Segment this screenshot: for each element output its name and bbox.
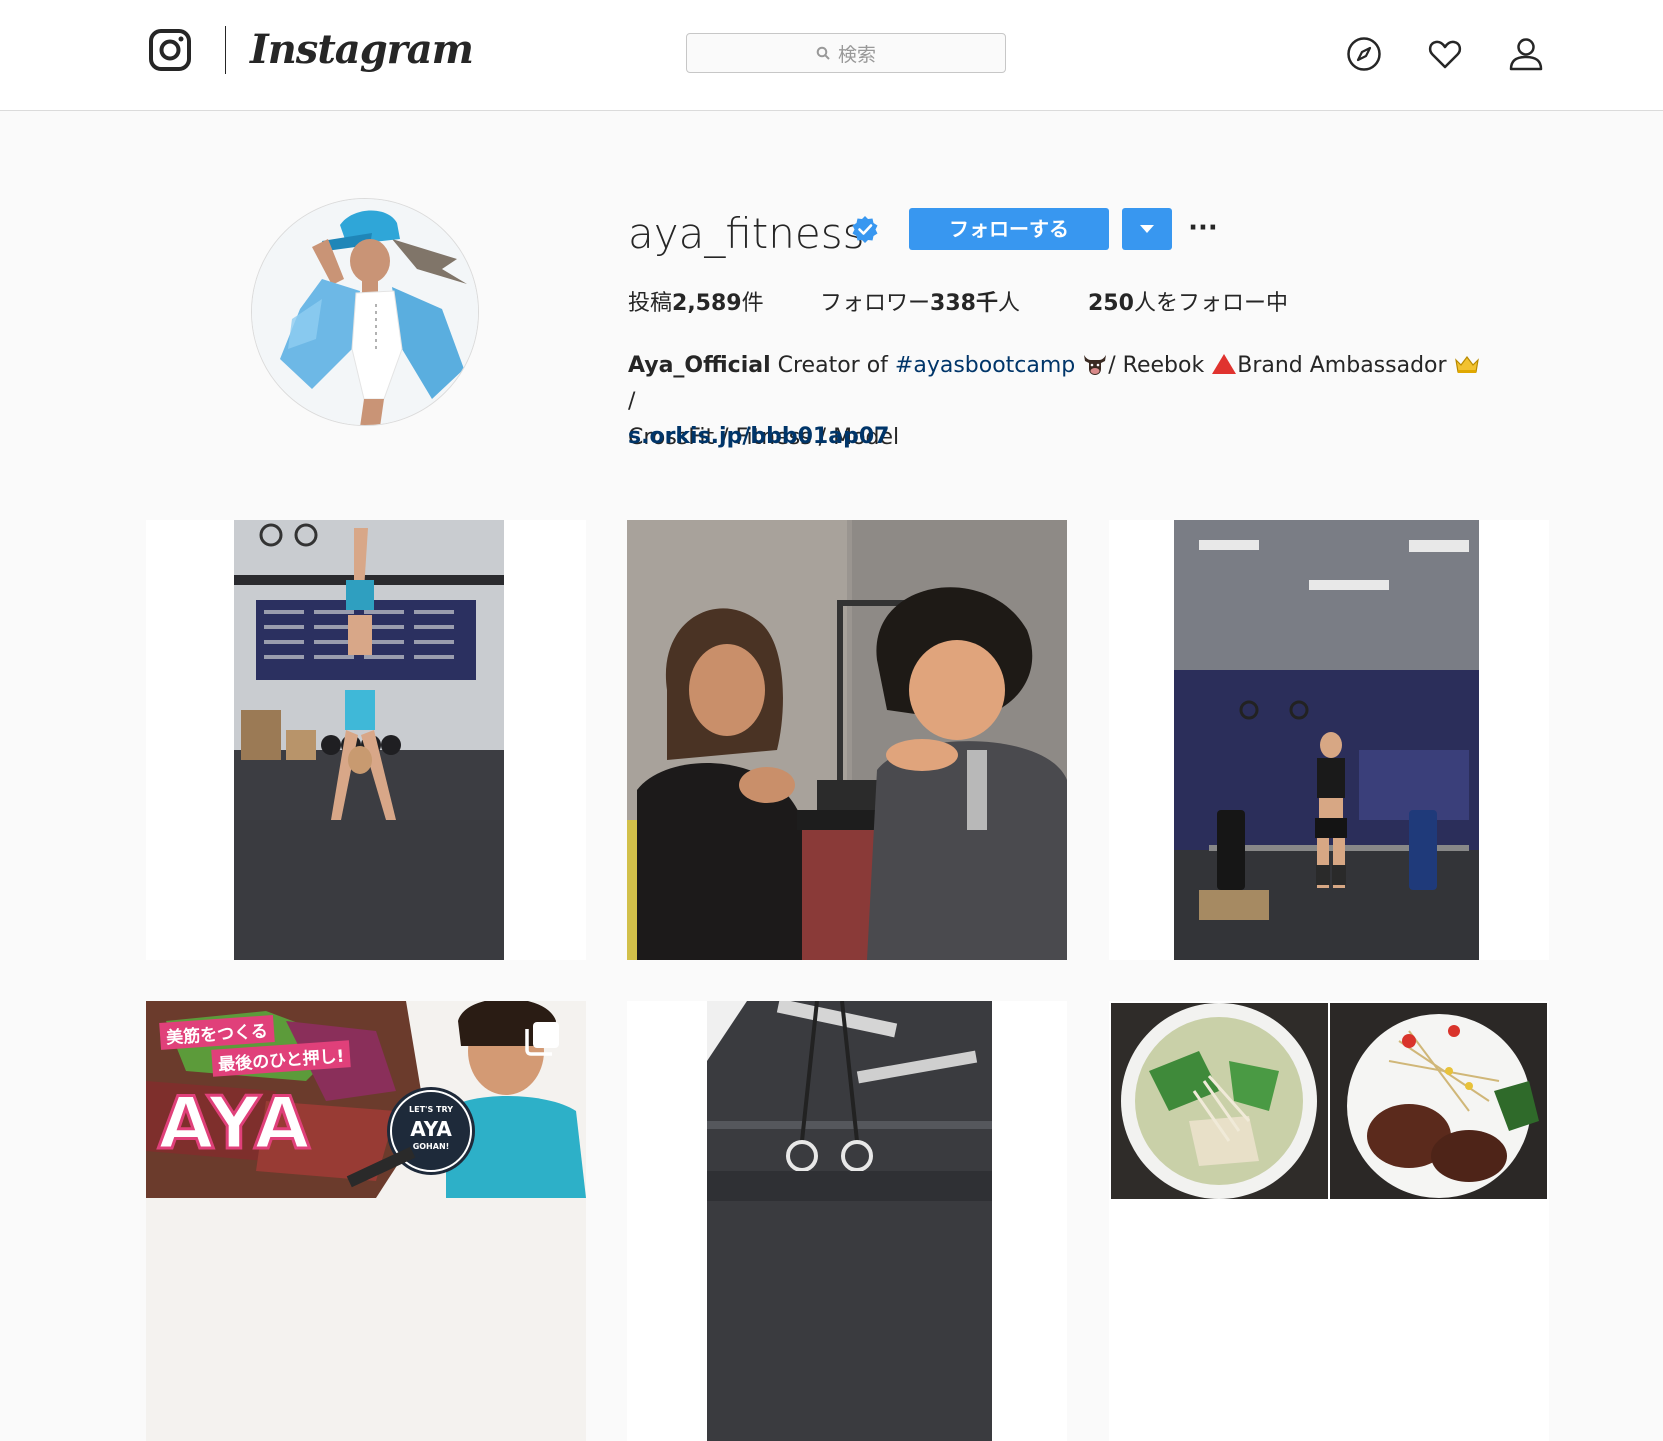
post-image-studio-duo [627,520,1067,960]
video-indicator-icon [519,542,568,574]
posts-unit: 件 [741,291,764,316]
promo-big-title: AYA [157,1080,312,1167]
post-thumbnail[interactable] [146,520,586,960]
post-image-gym-ceiling [627,1001,1067,1441]
chevron-down-icon [1140,225,1154,233]
bio-text-reebok: / Reebok [1108,353,1205,378]
bio-text-ambassador: Brand Ambassador [1237,353,1454,378]
logo-divider [225,26,226,74]
post-thumbnail[interactable] [627,1001,1067,1441]
video-indicator-icon [1482,542,1531,574]
bull-emoji-icon [1084,355,1107,375]
more-options-button[interactable]: ··· [1188,210,1218,246]
bio-website-link[interactable]: s.orkis.jp/bbb01ap07 [628,420,889,454]
instagram-wordmark[interactable]: Instagram [250,22,474,78]
verified-badge-icon [852,216,878,243]
promo-badge-title: AYA [410,1117,452,1141]
explore-compass-icon[interactable] [1346,36,1382,72]
followers-link[interactable]: フォロワー338千人 [820,288,1020,320]
post-thumbnail[interactable] [627,520,1067,960]
crown-emoji-icon [1454,356,1479,373]
posts-value: 2,589 [672,291,742,316]
profile-avatar[interactable] [251,198,479,426]
post-thumbnail[interactable] [1109,1001,1549,1441]
following-label: 人をフォロー中 [1133,291,1288,316]
post-thumbnail[interactable]: 美筋をつくる 最後のひと押し! AYA LET'S TRY AYA GOHAN! [146,1001,586,1441]
top-navigation-bar: Instagram 検索 [0,0,1663,111]
search-input[interactable]: 検索 [686,33,1006,73]
bio-hashtag-link[interactable]: #ayasbootcamp [895,353,1075,378]
post-thumbnail[interactable] [1109,520,1549,960]
suggested-accounts-dropdown-button[interactable] [1122,208,1172,250]
profile-username: aya_fitness [628,209,865,258]
followers-unit: 人 [997,291,1020,316]
search-icon [816,46,830,60]
followers-value: 338千 [930,291,998,316]
bio-text: Creator of [770,353,895,378]
following-link[interactable]: 250人をフォロー中 [1088,288,1288,320]
search-placeholder: 検索 [837,43,876,66]
promo-badge-sub: GOHAN! [412,1142,450,1151]
heart-icon[interactable] [1427,36,1463,72]
instagram-camera-icon[interactable] [148,28,192,72]
following-value: 250 [1088,291,1134,316]
followers-label: フォロワー [820,291,931,316]
post-image-dinner [1109,1001,1549,1441]
follow-button[interactable]: フォローする [909,208,1109,250]
profile-user-icon[interactable] [1508,36,1544,72]
promo-badge-small: LET'S TRY [409,1105,453,1114]
video-indicator-icon [1000,1023,1049,1055]
posts-count: 投稿2,589件 [628,288,764,320]
bio-text-end: / [628,389,636,414]
post-image-handstand [146,520,586,960]
red-triangle-emoji-icon [1212,354,1237,374]
carousel-indicator-icon [525,1022,559,1056]
posts-label: 投稿 [628,291,673,316]
avatar-image [252,199,478,425]
post-image-deadlift [1109,520,1549,960]
bio-full-name: Aya_Official [628,353,771,378]
